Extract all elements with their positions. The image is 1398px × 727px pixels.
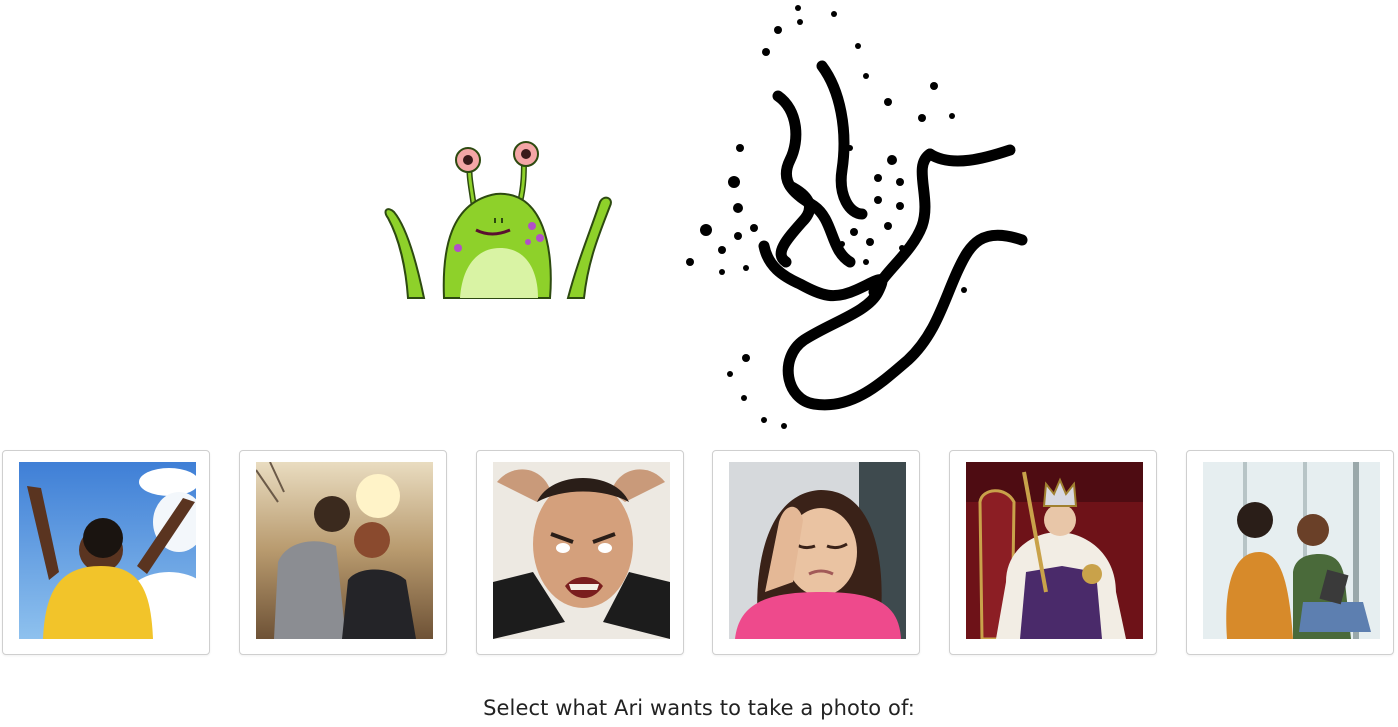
two-women-talking-photo-icon [1203,462,1380,639]
photo-option-sadness[interactable] [712,450,920,655]
photo-option-conversation[interactable] [1186,450,1394,655]
joyful-woman-photo-icon [19,462,196,639]
angry-man-photo-icon [493,462,670,639]
photo-option-royalty[interactable] [949,450,1157,655]
alien-character-icon [384,141,612,299]
scribble-drawing-icon [686,5,1028,429]
photo-option-joy[interactable] [2,450,210,655]
photo-option-anger[interactable] [476,450,684,655]
sad-woman-photo-icon [729,462,906,639]
king-photo-icon [966,462,1143,639]
photo-choice-row [0,450,1398,658]
photo-option-romance[interactable] [239,450,447,655]
instruction-text: Select what Ari wants to take a photo of… [483,696,915,720]
couple-kiss-photo-icon [256,462,433,639]
